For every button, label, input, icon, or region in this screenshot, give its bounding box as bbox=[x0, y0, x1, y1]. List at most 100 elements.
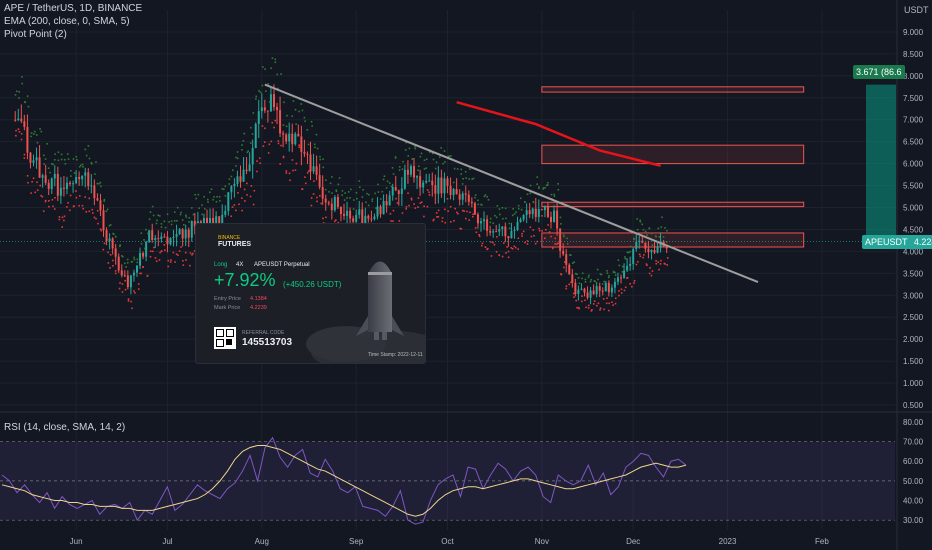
candle-body bbox=[394, 187, 397, 191]
pivot-dot-low bbox=[259, 162, 261, 165]
pivot-dot-low bbox=[548, 231, 551, 233]
pivot-dot-high bbox=[385, 187, 388, 189]
pivot-dot-low bbox=[262, 145, 265, 147]
pivot-dot-low bbox=[585, 306, 587, 309]
pivot-dot-low bbox=[460, 227, 463, 230]
pivot-dot-low bbox=[167, 259, 170, 262]
pivot-dot-low bbox=[238, 203, 240, 206]
pivot-dot-high bbox=[358, 180, 361, 182]
card-ref-code: 145513703 bbox=[242, 337, 293, 348]
pivot-dot-high bbox=[617, 259, 620, 261]
pivot-dot-high bbox=[181, 219, 184, 221]
pivot-dot-low bbox=[160, 250, 163, 253]
pivot-dot-high bbox=[232, 169, 234, 171]
pivot-dot-low bbox=[184, 251, 187, 254]
pivot-dot-low bbox=[620, 288, 623, 291]
ema-legend[interactable]: EMA (200, close, 0, SMA, 5) bbox=[4, 16, 130, 27]
pivot-dot-low bbox=[306, 172, 309, 174]
pivot-dot-low bbox=[322, 217, 324, 220]
candle-body bbox=[489, 230, 492, 233]
candle-body bbox=[373, 216, 376, 220]
pivot-dot-low bbox=[395, 197, 397, 200]
candle-body bbox=[492, 231, 495, 233]
pivot-dot-high bbox=[106, 208, 109, 211]
pivot-dot-high bbox=[270, 67, 273, 69]
supply-zone bbox=[541, 86, 805, 93]
pivot-dot-high bbox=[494, 214, 496, 217]
pivot-dot-high bbox=[589, 280, 592, 283]
pivot-dot-high bbox=[573, 261, 575, 263]
pivot-dot-high bbox=[243, 132, 246, 135]
rsi-legend[interactable]: RSI (14, close, SMA, 14, 2) bbox=[4, 422, 125, 433]
pivot-dot-low bbox=[554, 237, 557, 240]
pivot-dot-high bbox=[249, 142, 252, 144]
candle-body bbox=[422, 182, 425, 188]
candle-body bbox=[336, 197, 339, 207]
pivot-dot-low bbox=[513, 245, 516, 248]
pivot-dot-low bbox=[602, 298, 605, 300]
candle-body bbox=[647, 248, 650, 253]
pivot-dot-high bbox=[221, 188, 224, 190]
card-pnl-pct: +7.92% bbox=[214, 270, 276, 290]
candle-body bbox=[601, 290, 604, 292]
pivot-dot-low bbox=[623, 289, 626, 292]
candle-body bbox=[72, 183, 75, 185]
pivot-dot-low bbox=[34, 191, 37, 194]
pivot-dot-low bbox=[261, 125, 264, 127]
pivot-dot-high bbox=[349, 197, 351, 199]
pivot-dot-high bbox=[164, 226, 167, 229]
pivot-dot-high bbox=[283, 101, 285, 104]
pivot-dot-low bbox=[67, 201, 69, 204]
pivot-dot-high bbox=[597, 278, 599, 281]
pivot-dot-low bbox=[230, 215, 233, 218]
rsi-tick-label: 30.00 bbox=[903, 516, 924, 525]
pivot-dot-low bbox=[133, 290, 135, 292]
pivot-dot-low bbox=[554, 243, 556, 245]
price-tick-label: 3.000 bbox=[903, 291, 924, 300]
pivot-dot-low bbox=[478, 235, 481, 238]
pivot-dot-low bbox=[54, 197, 56, 199]
candle-body bbox=[613, 281, 616, 288]
pivot-dot-low bbox=[441, 217, 444, 219]
candle-body bbox=[598, 286, 601, 291]
pivot-dot-low bbox=[93, 216, 96, 219]
pivot-dot-high bbox=[501, 207, 504, 209]
pivot-dot-low bbox=[20, 138, 23, 141]
candle-body bbox=[464, 193, 467, 195]
pivot-dot-low bbox=[127, 300, 130, 302]
pivot-dot-low bbox=[246, 182, 248, 185]
pivot-dot-low bbox=[461, 209, 464, 212]
pivot-dot-high bbox=[621, 271, 624, 273]
pivot-dot-high bbox=[646, 234, 648, 236]
card-timestamp: Time Stamp: 2022-12-11 bbox=[368, 352, 423, 358]
candle-body bbox=[321, 187, 324, 199]
pivot-dot-high bbox=[148, 218, 151, 221]
pivot-dot-high bbox=[40, 130, 43, 133]
pivot-dot-high bbox=[228, 183, 230, 185]
pivot-dot-high bbox=[532, 200, 535, 203]
candle-body bbox=[592, 290, 595, 295]
pivot-dot-low bbox=[475, 231, 478, 234]
candle-body bbox=[26, 126, 29, 153]
pivot-legend[interactable]: Pivot Point (2) bbox=[4, 29, 67, 40]
pivot-dot-low bbox=[405, 208, 407, 210]
pivot-dot-high bbox=[651, 244, 654, 246]
pivot-dot-low bbox=[526, 243, 529, 245]
pivot-dot-high bbox=[547, 181, 549, 184]
candle-body bbox=[96, 198, 99, 201]
pivot-dot-high bbox=[563, 235, 565, 238]
pivot-dot-low bbox=[456, 211, 458, 214]
pivot-dot-low bbox=[15, 134, 17, 137]
pivot-dot-high bbox=[569, 254, 571, 256]
pivot-dot-high bbox=[420, 152, 423, 155]
rsi-pane bbox=[0, 436, 895, 525]
pivot-dot-high bbox=[550, 193, 553, 196]
pivot-dot-low bbox=[584, 299, 586, 302]
pivot-dot-low bbox=[478, 233, 480, 236]
pivot-dot-high bbox=[382, 178, 385, 181]
symbol-legend[interactable]: APE / TetherUS, 1D, BINANCE bbox=[4, 3, 142, 14]
pivot-dot-high bbox=[642, 228, 645, 231]
candle-body bbox=[403, 169, 406, 189]
pivot-dot-high bbox=[608, 275, 610, 277]
pivot-dot-low bbox=[307, 170, 310, 172]
